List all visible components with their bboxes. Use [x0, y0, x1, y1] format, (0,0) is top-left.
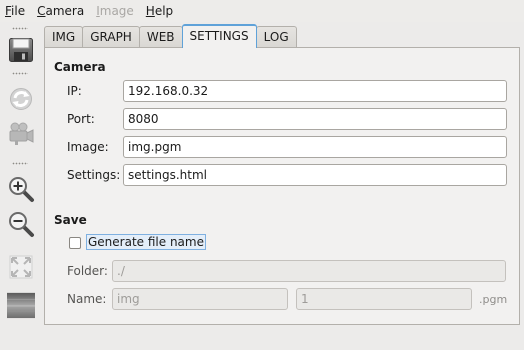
settings-panel: Camera IP: Port: Image: Settings: Save G… [44, 47, 520, 325]
index-field[interactable] [296, 288, 472, 310]
toolbar-separator [12, 72, 28, 75]
refresh-button[interactable] [7, 84, 35, 114]
menu-help[interactable]: Help [140, 0, 179, 22]
generate-file-name-label[interactable]: Generate file name [86, 234, 206, 250]
menu-camera[interactable]: Camera [31, 0, 90, 22]
tab-img[interactable]: IMG [44, 26, 84, 48]
zoom-in-button[interactable] [7, 174, 35, 204]
fit-to-window-icon [9, 255, 33, 279]
folder-label: Folder: [67, 264, 108, 278]
image-field[interactable] [123, 136, 507, 158]
zoom-out-icon [9, 212, 34, 237]
tab-bar: IMG GRAPH WEB SETTINGS LOG [44, 24, 297, 48]
zoom-out-button[interactable] [7, 209, 35, 239]
fit-to-window-button[interactable] [7, 252, 35, 282]
video-camera-button[interactable] [7, 119, 35, 149]
camera-section-title: Camera [54, 60, 106, 74]
image-label: Image: [67, 140, 109, 154]
menu-file[interactable]: File [0, 0, 31, 22]
tab-web[interactable]: WEB [138, 26, 183, 48]
settings-field[interactable] [123, 164, 507, 186]
refresh-icon [10, 88, 32, 110]
name-label: Name: [67, 292, 107, 306]
toolbar-grip[interactable] [12, 27, 28, 30]
menu-image[interactable]: Image [90, 0, 140, 22]
zoom-in-icon [9, 177, 34, 202]
extension-label: .pgm [479, 293, 508, 306]
toolbar-separator [12, 162, 28, 165]
save-icon [9, 38, 33, 62]
save-section-title: Save [54, 213, 87, 227]
grayscale-button[interactable] [7, 290, 35, 320]
folder-field[interactable] [112, 260, 506, 282]
name-field[interactable] [112, 288, 288, 310]
menu-bar: File Camera Image Help [0, 0, 524, 22]
generate-file-name-checkbox[interactable] [69, 237, 81, 249]
video-camera-icon [9, 122, 34, 145]
main-toolbar [0, 24, 42, 350]
grayscale-bar-icon [7, 292, 35, 319]
ip-field[interactable] [123, 80, 507, 102]
tab-settings[interactable]: SETTINGS [181, 24, 257, 48]
port-field[interactable] [123, 108, 507, 130]
tab-graph[interactable]: GRAPH [82, 26, 140, 48]
save-button[interactable] [7, 35, 35, 65]
settings-label: Settings: [67, 168, 121, 182]
tab-log[interactable]: LOG [255, 26, 297, 48]
ip-label: IP: [67, 84, 82, 98]
port-label: Port: [67, 112, 95, 126]
